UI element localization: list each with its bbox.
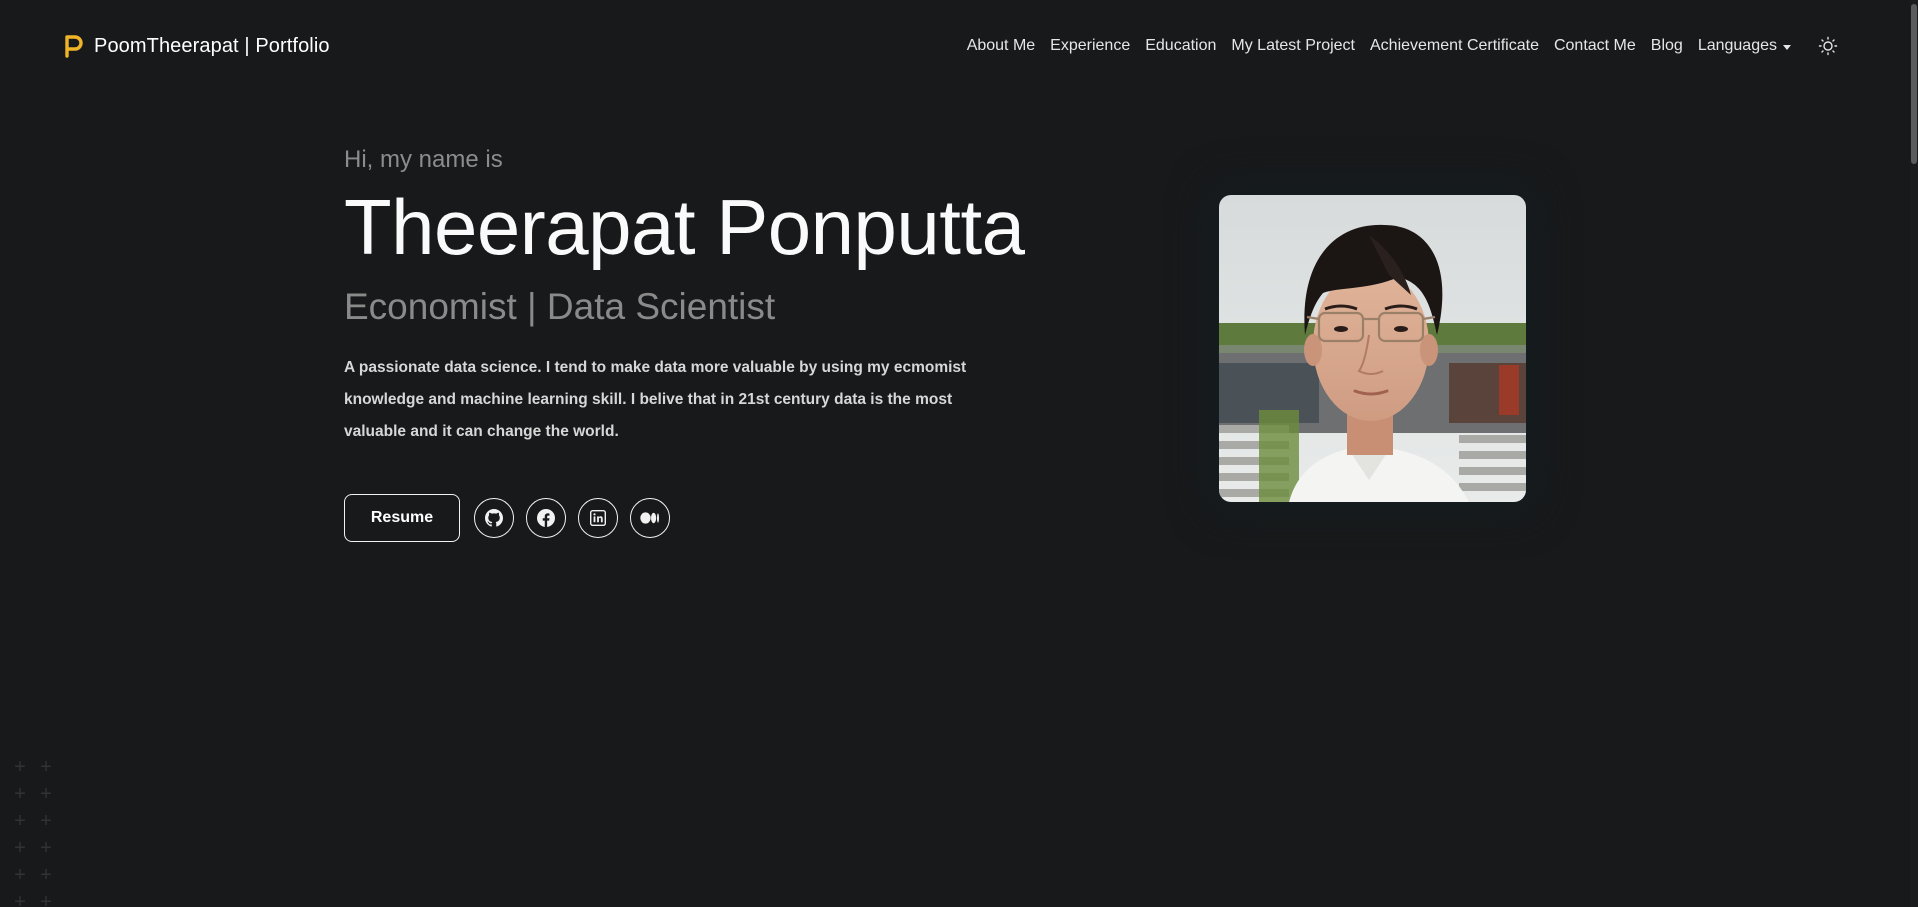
linkedin-button[interactable] (578, 498, 618, 538)
nav-link-latest-project[interactable]: My Latest Project (1231, 37, 1355, 55)
medium-button[interactable] (630, 498, 670, 538)
decorative-plus-grid: + + + + + + + + + + + + (10, 754, 62, 907)
hero-name: Theerapat Ponputta (344, 183, 1025, 271)
nav-link-achievement[interactable]: Achievement Certificate (1370, 37, 1539, 55)
brand[interactable]: PoomTheerapat | Portfolio (64, 34, 330, 58)
facebook-button[interactable] (526, 498, 566, 538)
sun-icon (1818, 36, 1838, 56)
plus-icon: + (40, 783, 52, 805)
linkedin-icon (590, 510, 606, 526)
hero-intro: Hi, my name is Theerapat Ponputta Econom… (344, 146, 1074, 542)
navbar: PoomTheerapat | Portfolio About Me Exper… (0, 0, 1918, 92)
brand-logo-icon (64, 34, 84, 58)
languages-dropdown[interactable]: Languages (1698, 37, 1791, 55)
plus-icon: + (40, 837, 52, 859)
plus-icon: + (14, 756, 26, 778)
facebook-icon (537, 509, 555, 527)
nav-link-blog[interactable]: Blog (1651, 37, 1683, 55)
plus-icon: + (14, 864, 26, 886)
scrollbar[interactable] (1910, 0, 1918, 907)
plus-icon: + (40, 756, 52, 778)
plus-icon: + (14, 783, 26, 805)
plus-icon: + (14, 837, 26, 859)
nav-link-education[interactable]: Education (1145, 37, 1216, 55)
hero-actions: Resume (344, 494, 1074, 542)
hero-bio: A passionate data science. I tend to mak… (344, 359, 967, 440)
resume-button[interactable]: Resume (344, 494, 460, 542)
nav-link-about[interactable]: About Me (967, 37, 1035, 55)
nav-links: About Me Experience Education My Latest … (967, 36, 1838, 56)
profile-photo (1219, 195, 1526, 502)
scrollbar-thumb[interactable] (1911, 4, 1917, 164)
theme-toggle-button[interactable] (1818, 36, 1838, 56)
greeting: Hi, my name is (344, 146, 503, 173)
plus-icon: + (14, 810, 26, 832)
caret-down-icon (1783, 44, 1791, 50)
plus-icon: + (40, 864, 52, 886)
brand-title: PoomTheerapat | Portfolio (94, 34, 330, 57)
plus-icon: + (14, 891, 26, 907)
medium-icon (640, 512, 659, 524)
github-icon (485, 509, 503, 527)
github-button[interactable] (474, 498, 514, 538)
languages-label: Languages (1697, 37, 1777, 54)
nav-link-contact[interactable]: Contact Me (1554, 37, 1636, 55)
nav-link-experience[interactable]: Experience (1050, 37, 1130, 55)
hero-role: Economist | Data Scientist (344, 286, 776, 327)
plus-icon: + (40, 891, 52, 907)
plus-icon: + (40, 810, 52, 832)
